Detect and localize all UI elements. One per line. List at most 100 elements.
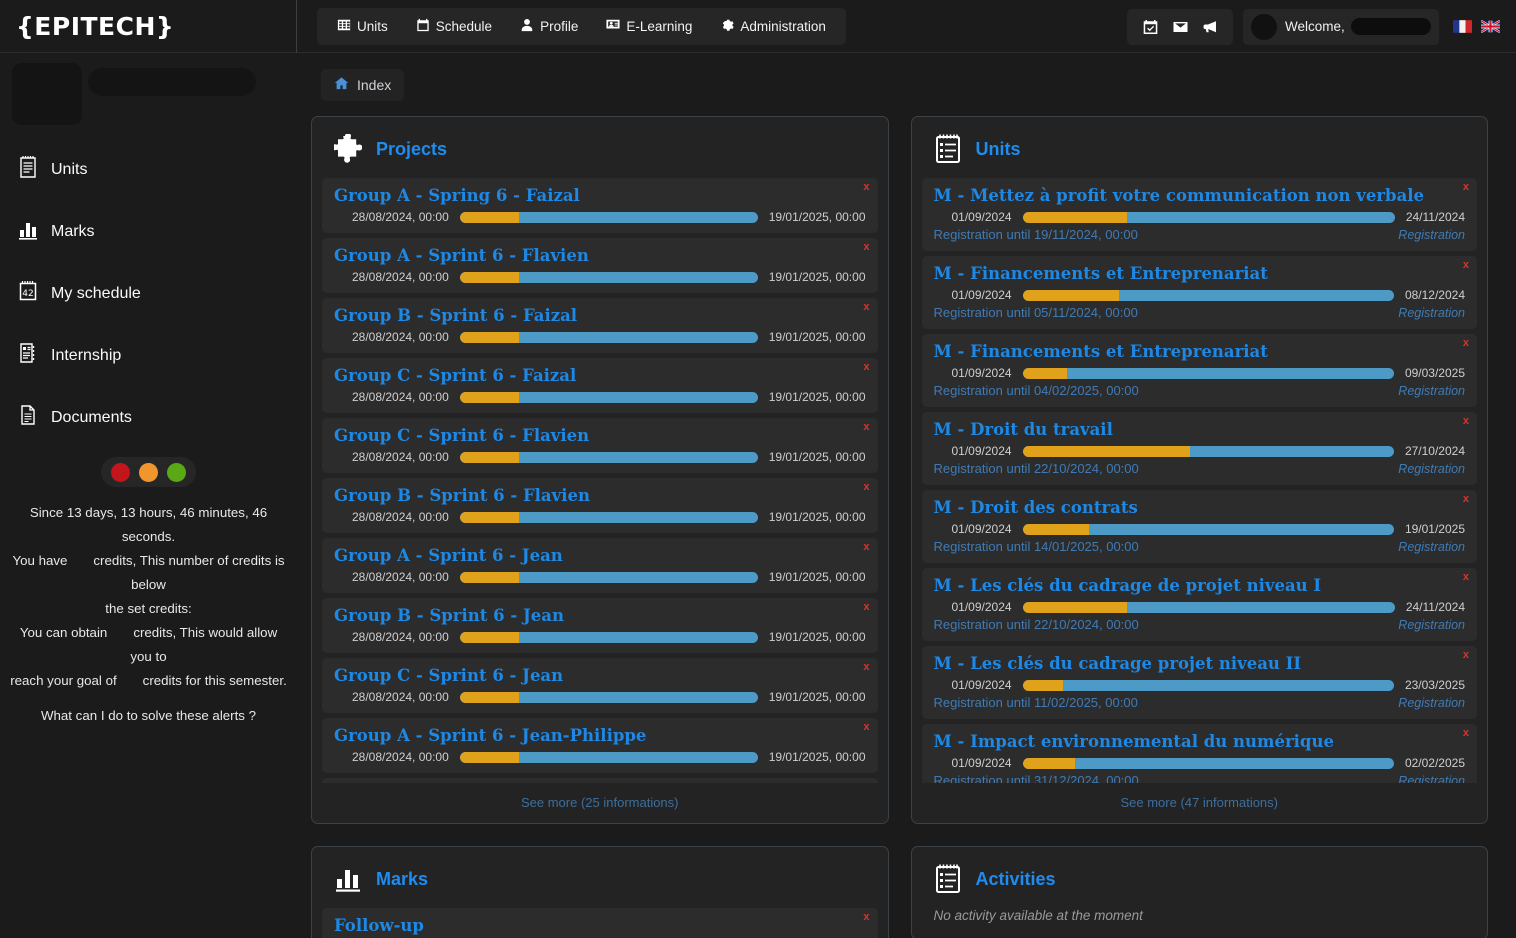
nav-item-profile[interactable]: Profile (506, 11, 592, 42)
list-item[interactable]: xM - Financements et Entreprenariat 01/09… (921, 256, 1477, 329)
projects-see-more[interactable]: See more (25 informations) (312, 783, 888, 823)
close-icon[interactable]: x (863, 361, 869, 373)
nav-item-elearning[interactable]: E-Learning (592, 11, 706, 42)
solve-alerts-link[interactable]: What can I do to solve these alerts ? (0, 708, 297, 723)
item-start-date: 01/09/2024 (951, 210, 1012, 224)
breadcrumb[interactable]: Index (321, 69, 405, 101)
sidebar-item-my-schedule[interactable]: 42 My schedule (0, 271, 297, 316)
close-icon[interactable]: x (863, 541, 869, 553)
red-light[interactable] (111, 462, 131, 482)
sidebar-item-marks[interactable]: Marks (0, 209, 297, 254)
flag-fr[interactable] (1453, 20, 1472, 33)
registration-deadline: Registration until 22/10/2024, 00:00 (933, 461, 1139, 476)
item-title[interactable]: Group A - Sprint 6 - Jean (334, 546, 866, 566)
close-icon[interactable]: x (863, 481, 869, 493)
list-item[interactable]: x Group A - Sprint 6 - Flavien 28/08/2024,… (322, 238, 878, 293)
item-title[interactable]: M - Financements et Entreprenariat (934, 264, 1466, 284)
close-icon[interactable]: x (1463, 649, 1469, 661)
list-item[interactable]: xM - Droit du travail 01/09/2024 27/10/202… (921, 412, 1477, 485)
close-icon[interactable]: x (1463, 337, 1469, 349)
list-item[interactable]: x Group B - Sprint 6 - Faizal 28/08/2024, … (322, 298, 878, 353)
nav-item-administration[interactable]: Administration (706, 11, 840, 42)
registration-link[interactable]: Registration (1398, 462, 1465, 476)
item-end-date: 02/02/2025 (1404, 756, 1465, 770)
list-item[interactable]: x Group C - Sprint 6 - Jean 28/08/2024, 00… (322, 658, 878, 713)
sidebar-item-internship[interactable]: Internship (0, 333, 297, 378)
list-item[interactable]: x Group A - Spring 6 - Faizal 28/08/2024, … (322, 178, 878, 233)
close-icon[interactable]: x (863, 421, 869, 433)
item-title[interactable]: Group B - Sprint 6 - Flavien (334, 486, 866, 506)
flag-uk[interactable] (1481, 20, 1500, 33)
list-item[interactable]: xM - Les clés du cadrage de projet nivea… (921, 568, 1477, 641)
close-icon[interactable]: x (1463, 727, 1469, 739)
close-icon[interactable]: x (1463, 493, 1469, 505)
item-title[interactable]: M - Mettez à profit votre communication … (934, 186, 1466, 206)
list-item[interactable]: xM - Les clés du cadrage projet niveau I… (921, 646, 1477, 719)
sidebar-item-documents[interactable]: Documents (0, 395, 297, 440)
close-icon[interactable]: x (863, 181, 869, 193)
registration-link[interactable]: Registration (1398, 228, 1465, 242)
close-icon[interactable]: x (863, 301, 869, 313)
registration-link[interactable]: Registration (1398, 384, 1465, 398)
registration-link[interactable]: Registration (1398, 618, 1465, 632)
item-title[interactable]: Group C - Sprint 6 - Flavien (334, 426, 866, 446)
list-item[interactable]: x Group C - Sprint 6 - Faizal 28/08/2024, … (322, 358, 878, 413)
close-icon[interactable]: x (863, 661, 869, 673)
megaphone-icon[interactable] (1197, 15, 1223, 39)
item-title[interactable]: M - Impact environnemental du numérique (934, 732, 1466, 752)
registration-link[interactable]: Registration (1398, 306, 1465, 320)
units-see-more[interactable]: See more (47 informations) (912, 783, 1488, 823)
item-title[interactable]: M - Financements et Entreprenariat (934, 342, 1466, 362)
item-title[interactable]: Follow-up (334, 916, 866, 936)
close-icon[interactable]: x (863, 781, 869, 783)
alert-line4-b: credits for this semester. (142, 673, 287, 688)
nav-label: Units (357, 18, 388, 34)
close-icon[interactable]: x (1463, 571, 1469, 583)
list-item[interactable]: xGroup C - Sprint 6 - Jean-Philippe28/08… (322, 778, 878, 783)
item-title[interactable]: Group B - Sprint 6 - Jean (334, 606, 866, 626)
nav-item-units[interactable]: Units (323, 11, 402, 42)
green-light[interactable] (166, 462, 186, 482)
item-title[interactable]: M - Droit des contrats (934, 498, 1466, 518)
registration-link[interactable]: Registration (1398, 696, 1465, 710)
welcome-label: Welcome, (1285, 19, 1345, 34)
calendar-check-icon[interactable] (1137, 15, 1163, 39)
list-item[interactable]: xM - Financements et Entreprenariat 01/09… (921, 334, 1477, 407)
list-item[interactable]: x Group C - Sprint 6 - Flavien 28/08/2024,… (322, 418, 878, 473)
item-title[interactable]: Group A - Sprint 6 - Jean-Philippe (334, 726, 866, 746)
item-title[interactable]: M - Les clés du cadrage de projet niveau… (934, 576, 1466, 596)
close-icon[interactable]: x (1463, 415, 1469, 427)
item-title[interactable]: Group C - Sprint 6 - Faizal (334, 366, 866, 386)
item-title[interactable]: M - Droit du travail (934, 420, 1466, 440)
sidebar-item-units[interactable]: Units (0, 147, 297, 192)
list-item[interactable]: xM - Impact environnemental du numérique… (921, 724, 1477, 784)
item-title[interactable]: M - Les clés du cadrage projet niveau II (934, 654, 1466, 674)
envelope-icon[interactable] (1167, 15, 1193, 39)
close-icon[interactable]: x (863, 911, 869, 923)
registration-link[interactable]: Registration (1398, 540, 1465, 554)
epitech-logo[interactable]: {EPITECH} (16, 12, 174, 41)
close-icon[interactable]: x (1463, 259, 1469, 271)
item-title[interactable]: Group C - Sprint 6 - Jean (334, 666, 866, 686)
item-title[interactable]: Group A - Sprint 6 - Flavien (334, 246, 866, 266)
list-item[interactable]: xM - Mettez à profit votre communication… (921, 178, 1477, 251)
item-title[interactable]: Group B - Sprint 6 - Faizal (334, 306, 866, 326)
sidebar-item-label: My schedule (51, 284, 141, 302)
alert-line4-a: reach your goal of (10, 673, 117, 688)
registration-link[interactable]: Registration (1398, 774, 1465, 784)
close-icon[interactable]: x (863, 601, 869, 613)
list-item[interactable]: x Follow-up (322, 908, 878, 938)
list-item[interactable]: x Group A - Sprint 6 - Jean 28/08/2024, 00… (322, 538, 878, 593)
list-item[interactable]: x Group B - Sprint 6 - Jean 28/08/2024, 00… (322, 598, 878, 653)
nav-item-schedule[interactable]: Schedule (402, 11, 506, 42)
orange-light[interactable] (138, 462, 158, 482)
item-title[interactable]: Group A - Spring 6 - Faizal (334, 186, 866, 206)
list-item[interactable]: x Group B - Sprint 6 - Flavien 28/08/2024,… (322, 478, 878, 533)
close-icon[interactable]: x (1463, 181, 1469, 193)
close-icon[interactable]: x (863, 241, 869, 253)
list-item[interactable]: xM - Droit des contrats 01/09/2024 19/01/2… (921, 490, 1477, 563)
list-item[interactable]: x Group A - Sprint 6 - Jean-Philippe 28/08… (322, 718, 878, 773)
close-icon[interactable]: x (863, 721, 869, 733)
welcome-user-box[interactable]: Welcome, (1243, 8, 1439, 45)
sidebar-item-label: Units (51, 160, 88, 178)
